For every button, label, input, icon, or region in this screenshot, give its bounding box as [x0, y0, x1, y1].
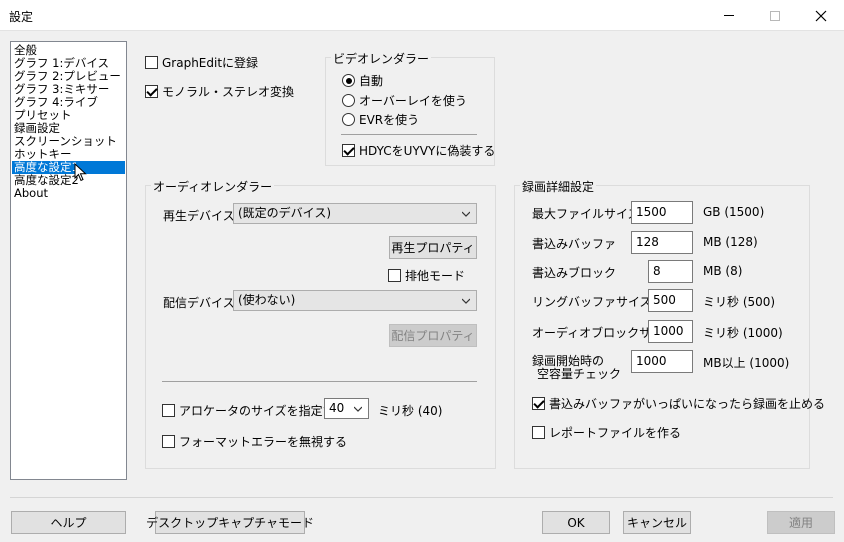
graphedit-label: GraphEditに登録 — [162, 56, 259, 70]
stream-device-label: 配信デバイス — [163, 296, 235, 310]
graphedit-box — [145, 56, 158, 69]
exclusive-mode-box — [388, 269, 401, 282]
allocator-size-unit: ミリ秒 (40) — [378, 404, 443, 418]
write-buffer-unit: MB (128) — [703, 235, 758, 249]
radio-evr[interactable]: EVRを使う — [342, 111, 419, 128]
max-file-size-unit: GB (1500) — [703, 205, 765, 219]
recording-details-legend: 録画詳細設定 — [520, 178, 597, 195]
report-file-checkbox[interactable]: レポートファイルを作る — [532, 424, 681, 441]
minimize-button[interactable] — [706, 0, 752, 31]
audio-renderer-legend: オーディオレンダラー — [151, 178, 275, 195]
stop-when-buffer-full-checkbox[interactable]: 書込みバッファがいっぱいになったら録画を止める — [532, 395, 825, 412]
mono-stereo-box — [145, 85, 158, 98]
stream-device-value: (使わない) — [238, 293, 296, 307]
report-file-box — [532, 426, 545, 439]
mouse-cursor-icon — [74, 163, 87, 182]
maximize-icon — [770, 10, 780, 21]
ring-buffer-input[interactable]: 500 — [648, 289, 693, 312]
cancel-button[interactable]: キャンセル — [623, 511, 691, 534]
video-renderer-legend: ビデオレンダラー — [331, 50, 432, 67]
write-block-unit: MB (8) — [703, 264, 743, 278]
ring-buffer-label: リングバッファサイズ — [532, 295, 652, 309]
free-space-input[interactable]: 1000 — [631, 350, 693, 373]
ignore-format-error-box — [162, 435, 175, 448]
close-icon — [815, 10, 827, 21]
footer-divider — [10, 497, 833, 498]
hdyc-label: HDYCをUYVYに偽装する — [359, 144, 496, 158]
stop-when-buffer-full-label: 書込みバッファがいっぱいになったら録画を止める — [549, 397, 826, 411]
playback-device-value: (既定のデバイス) — [238, 206, 332, 220]
hdyc-checkbox[interactable]: HDYCをUYVYに偽装する — [342, 142, 495, 159]
radio-evr-label: EVRを使う — [359, 113, 420, 127]
window-title: 設定 — [9, 10, 34, 24]
ignore-format-error-label: フォーマットエラーを無視する — [179, 435, 348, 449]
mono-stereo-label: モノラル・ステレオ変換 — [162, 85, 295, 99]
playback-device-label: 再生デバイス — [163, 209, 235, 223]
graphedit-checkbox[interactable]: GraphEditに登録 — [145, 54, 258, 71]
allocator-size-label: アロケータのサイズを指定する — [179, 404, 347, 418]
write-buffer-input[interactable]: 128 — [631, 231, 693, 254]
radio-auto-dot — [342, 74, 355, 87]
close-button[interactable] — [798, 0, 844, 31]
chevron-down-icon — [462, 211, 470, 217]
minimize-icon — [724, 15, 734, 16]
ring-buffer-unit: ミリ秒 (500) — [703, 295, 776, 309]
write-buffer-label: 書込みバッファ — [532, 237, 617, 251]
write-block-label: 書込みブロック — [532, 266, 617, 280]
max-file-size-label: 最大ファイルサイズ — [532, 207, 640, 221]
audio-block-input[interactable]: 1000 — [648, 320, 693, 343]
ok-button[interactable]: OK — [542, 511, 610, 534]
settings-category-list[interactable]: 全般 グラフ 1:デバイス グラフ 2:プレビュー グラフ 3:ミキサー グラフ… — [10, 41, 127, 480]
stream-properties-button[interactable]: 配信プロパティ — [389, 324, 477, 347]
playback-device-select[interactable]: (既定のデバイス) — [233, 203, 477, 224]
stream-device-select[interactable]: (使わない) — [233, 290, 477, 311]
desktop-capture-mode-button[interactable]: デスクトップキャプチャモード — [146, 511, 314, 534]
radio-auto-label: 自動 — [359, 74, 384, 88]
radio-auto[interactable]: 自動 — [342, 72, 383, 89]
video-renderer-divider — [341, 134, 477, 135]
allocator-size-box — [162, 404, 175, 417]
report-file-label: レポートファイルを作る — [549, 426, 682, 440]
hdyc-box — [342, 144, 355, 157]
title-bar: 設定 — [0, 0, 844, 31]
mono-stereo-checkbox[interactable]: モノラル・ステレオ変換 — [145, 83, 294, 100]
radio-overlay-dot — [342, 94, 355, 107]
exclusive-mode-checkbox[interactable]: 排他モード — [388, 267, 465, 284]
ignore-format-error-checkbox[interactable]: フォーマットエラーを無視する — [162, 433, 347, 450]
apply-button[interactable]: 適用 — [767, 511, 835, 534]
radio-overlay-label: オーバーレイを使う — [359, 94, 467, 108]
radio-evr-dot — [342, 113, 355, 126]
chevron-down-icon — [354, 406, 362, 412]
chevron-down-icon — [462, 298, 470, 304]
maximize-button[interactable] — [752, 0, 798, 31]
audio-renderer-divider — [162, 381, 477, 382]
free-space-label-line2: 空容量チェック — [537, 367, 622, 381]
stop-when-buffer-full-box — [532, 397, 545, 410]
free-space-unit: MB以上 (1000) — [703, 356, 790, 370]
allocator-size-value: 40 — [329, 401, 345, 415]
radio-overlay[interactable]: オーバーレイを使う — [342, 92, 467, 109]
nav-item-about[interactable]: About — [12, 187, 125, 200]
allocator-size-checkbox[interactable]: アロケータのサイズを指定する — [162, 402, 347, 419]
exclusive-mode-label: 排他モード — [405, 269, 466, 283]
allocator-size-select[interactable]: 40 — [324, 398, 369, 419]
help-button[interactable]: ヘルプ — [11, 511, 126, 534]
audio-block-unit: ミリ秒 (1000) — [703, 326, 783, 340]
max-file-size-input[interactable]: 1500 — [631, 201, 693, 224]
playback-properties-button[interactable]: 再生プロパティ — [389, 236, 477, 259]
write-block-input[interactable]: 8 — [648, 260, 693, 283]
